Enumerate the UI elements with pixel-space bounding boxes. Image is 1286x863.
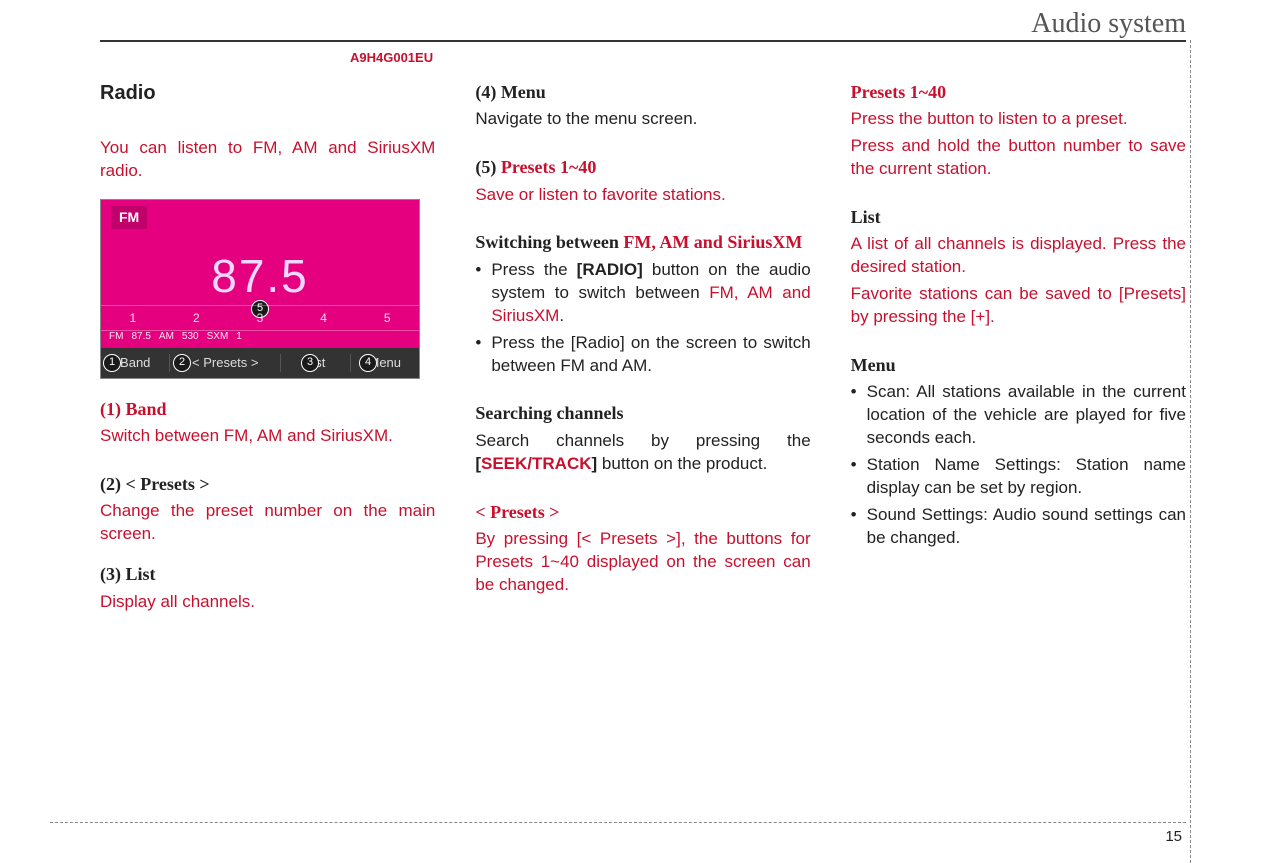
doc-code: A9H4G001EU	[350, 50, 433, 65]
h-presets: (2) < Presets >	[100, 472, 435, 496]
scpe: button on the product.	[597, 454, 767, 473]
column-3: Presets 1~40 Press the button to listen …	[851, 80, 1186, 618]
scpc: SEEK/TRACK	[481, 454, 592, 473]
content-columns: Radio You can listen to FM, AM and Siriu…	[100, 80, 1186, 618]
p-presets: Change the preset number on the main scr…	[100, 500, 435, 546]
sw-a: Switching between	[475, 232, 623, 252]
preset-2: 2	[193, 310, 200, 326]
p-menu4: Navigate to the menu screen.	[475, 108, 810, 131]
h-presets-nav: < Presets >	[475, 500, 810, 524]
p-list: Display all channels.	[100, 591, 435, 614]
footer-rule	[50, 822, 1186, 823]
menu-bullets: Scan: All stations available in the curr…	[851, 381, 1186, 550]
rs-bands-row: FM 87.5 AM 530 SXM 1	[109, 330, 242, 344]
h-presets140: Presets 1~40	[851, 80, 1186, 104]
rs-preset-row: 1 2 3 4 5	[101, 305, 419, 331]
callout-4: 4	[359, 354, 377, 372]
radio-title: Radio	[100, 80, 435, 107]
preset-3: 3	[257, 310, 264, 326]
h-band: (1) Band	[100, 397, 435, 421]
h-searching: Searching channels	[475, 401, 810, 425]
h-switching: Switching between FM, AM and SiriusXM	[475, 230, 810, 254]
band-am: AM	[159, 330, 174, 344]
sw1e: .	[559, 306, 564, 325]
radio-intro: You can listen to FM, AM and SiriusXM ra…	[100, 137, 435, 183]
p-searching: Search channels by pressing the [SEEK/TR…	[475, 430, 810, 476]
callout-3: 3	[301, 354, 319, 372]
switching-bullets: Press the [RADIO] button on the audio sy…	[475, 259, 810, 378]
sw-b: FM, AM and SiriusXM	[623, 232, 802, 252]
band-am-val: 530	[182, 330, 199, 344]
h-presets5: (5) Presets 1~40	[475, 155, 810, 179]
band-fm: FM	[109, 330, 123, 344]
column-1: Radio You can listen to FM, AM and Siriu…	[100, 80, 435, 618]
rs-frequency: 87.5	[101, 245, 419, 307]
header-title: Audio system	[1031, 8, 1186, 40]
callout-1: 1	[103, 354, 121, 372]
right-rule	[1190, 40, 1191, 863]
p-band-text: Switch between FM, AM and SiriusXM.	[100, 426, 393, 445]
sw-bullet-1: Press the [RADIO] button on the audio sy…	[475, 259, 810, 328]
h5b: Presets 1~40	[501, 157, 597, 177]
menu-item-station-name: Station Name Settings: Station name disp…	[851, 454, 1186, 500]
h-menu3: Menu	[851, 353, 1186, 377]
band-fm-val: 87.5	[131, 330, 150, 344]
radio-screenshot: FM 87.5 5 1 2 3 4 5 FM 87.5 AM 530 SXM 1…	[100, 199, 420, 379]
column-2: (4) Menu Navigate to the menu screen. (5…	[475, 80, 810, 618]
sw1a: Press the	[491, 260, 576, 279]
preset-1: 1	[129, 310, 136, 326]
sw1b: [RADIO]	[577, 260, 643, 279]
p-list3b: Favorite stations can be saved to [Prese…	[851, 283, 1186, 329]
preset-5: 5	[384, 310, 391, 326]
menu-item-sound: Sound Settings: Audio sound settings can…	[851, 504, 1186, 550]
header-rule	[100, 40, 1186, 42]
p-presets140b: Press and hold the button number to save…	[851, 135, 1186, 181]
rs-band-label: FM	[111, 206, 147, 229]
band-sxm-val: 1	[236, 330, 242, 344]
h-list: (3) List	[100, 562, 435, 586]
p-presets-nav: By pressing [< Presets >], the buttons f…	[475, 528, 810, 597]
p-presets140a: Press the button to listen to a preset.	[851, 108, 1186, 131]
band-sxm: SXM	[207, 330, 229, 344]
h5a: (5)	[475, 157, 501, 177]
p-list3a: A list of all channels is displayed. Pre…	[851, 233, 1186, 279]
h-list3: List	[851, 205, 1186, 229]
scpa: Search channels by pressing the	[475, 431, 810, 450]
p-presets5: Save or listen to favorite stations.	[475, 184, 810, 207]
h-menu4: (4) Menu	[475, 80, 810, 104]
p-band: Switch between FM, AM and SiriusXM.	[100, 425, 435, 448]
menu-item-scan: Scan: All stations available in the curr…	[851, 381, 1186, 450]
sw-bullet-2: Press the [Radio] on the screen to switc…	[475, 332, 810, 378]
callout-2: 2	[173, 354, 191, 372]
page-number: 15	[1165, 828, 1182, 845]
preset-4: 4	[320, 310, 327, 326]
